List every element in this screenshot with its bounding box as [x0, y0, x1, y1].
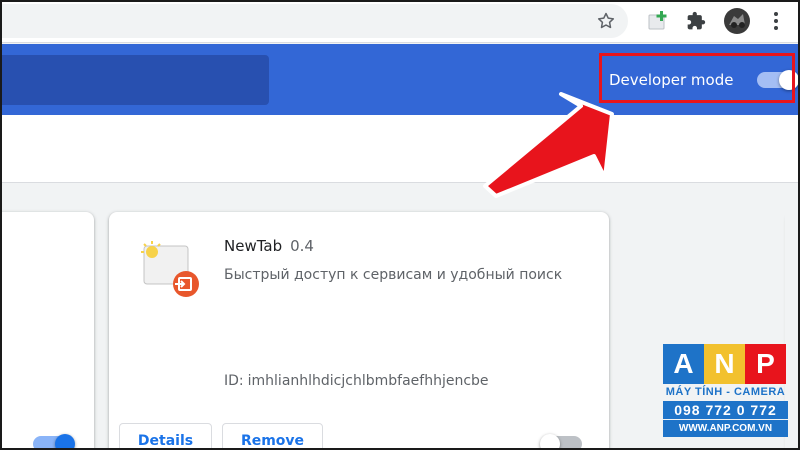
anp-watermark: A N P MÁY TÍNH - CAMERA 098 772 0 772 WW…	[663, 344, 788, 440]
watermark-subtitle: MÁY TÍNH - CAMERA	[665, 386, 786, 398]
watermark-letters: A N P	[663, 344, 786, 384]
extension-title: NewTab	[224, 237, 283, 255]
extension-id: ID: imhlianhlhdicjchlbmbfaefhhjencbe	[224, 373, 489, 389]
remove-button[interactable]: Remove	[222, 423, 323, 450]
details-button[interactable]: Details	[119, 423, 212, 450]
extension-card-partial-left	[0, 212, 94, 450]
kebab-menu-icon[interactable]	[761, 6, 791, 36]
newtab-enable-toggle[interactable]	[540, 434, 582, 450]
address-bar[interactable]	[0, 4, 628, 38]
extension-id-label: ID:	[224, 373, 244, 389]
left-extension-enable-toggle[interactable]	[33, 434, 75, 450]
puzzle-icon[interactable]	[681, 6, 711, 36]
extension-name: NewTab 0.4	[224, 237, 314, 255]
developer-mode-highlight-box	[599, 53, 795, 103]
toggle-knob	[540, 434, 560, 450]
extension-description: Быстрый доступ к сервисам и удобный поис…	[224, 267, 563, 283]
search-extensions-input[interactable]	[0, 55, 269, 105]
watermark-letter: N	[704, 344, 745, 384]
browser-toolbar	[0, 0, 800, 43]
watermark-letter: P	[745, 344, 786, 384]
star-icon[interactable]	[591, 6, 621, 36]
extensions-subtoolbar	[0, 115, 800, 183]
extension-icon	[140, 240, 200, 300]
watermark-letter: A	[663, 344, 704, 384]
extension-add-icon[interactable]	[643, 6, 673, 36]
toggle-knob	[55, 434, 75, 450]
watermark-phone: 098 772 0 772	[663, 401, 788, 419]
extension-id-value: imhlianhlhdicjchlbmbfaefhhjencbe	[247, 373, 489, 389]
extension-version: 0.4	[290, 237, 314, 255]
profile-avatar[interactable]	[722, 6, 752, 36]
watermark-url: WWW.ANP.COM.VN	[663, 420, 788, 437]
